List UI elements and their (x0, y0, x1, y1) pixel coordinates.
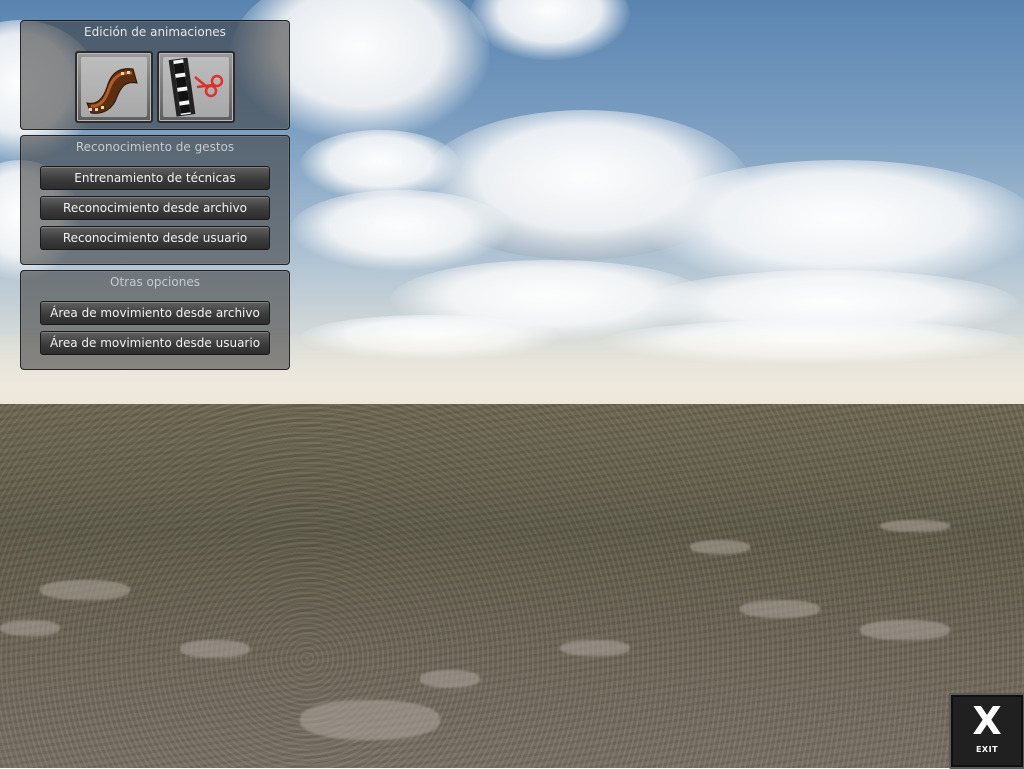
close-icon: X (972, 699, 1002, 743)
cut-animation-button[interactable] (157, 51, 235, 123)
other-options-panel: Otras opciones Área de movimiento desde … (20, 270, 290, 370)
exit-label: EXIT (975, 745, 999, 754)
edit-animation-button[interactable] (75, 51, 153, 123)
film-cut-scissors-icon (168, 57, 224, 117)
panel-title: Reconocimiento de gestos (75, 140, 235, 154)
gesture-recognition-panel: Reconocimiento de gestos Entrenamiento d… (20, 135, 290, 265)
technique-training-button[interactable]: Entrenamiento de técnicas (40, 166, 270, 190)
movement-area-from-user-button[interactable]: Área de movimiento desde usuario (40, 331, 270, 355)
movement-area-from-file-button[interactable]: Área de movimiento desde archivo (40, 301, 270, 325)
panel-title: Edición de animaciones (84, 25, 226, 39)
recognition-from-file-button[interactable]: Reconocimiento desde archivo (40, 196, 270, 220)
panel-title: Otras opciones (110, 275, 200, 289)
film-strip-icon (86, 68, 138, 114)
exit-button[interactable]: X EXIT (949, 693, 1024, 769)
recognition-from-user-button[interactable]: Reconocimiento desde usuario (40, 226, 270, 250)
animation-editing-panel: Edición de animaciones (20, 20, 290, 130)
